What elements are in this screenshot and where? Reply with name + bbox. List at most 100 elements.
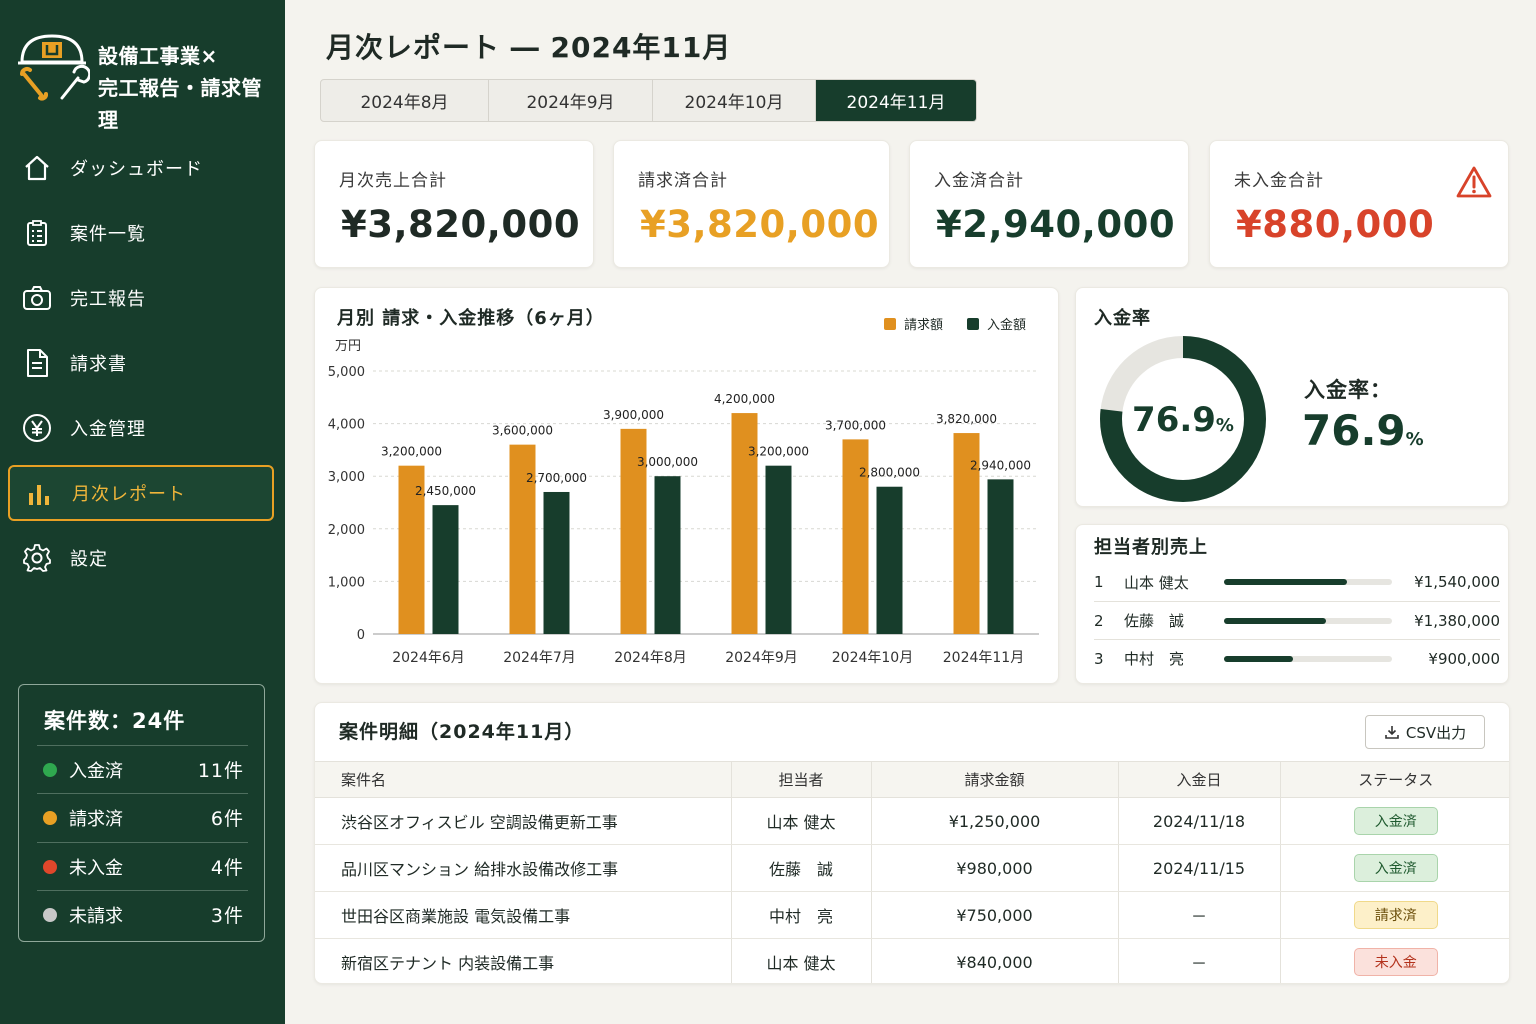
cell-project-name: 新宿区テナント 内装設備工事 [315, 938, 731, 983]
csv-export-button[interactable]: CSV出力 [1365, 715, 1485, 749]
bar-value-label: 3,820,000 [936, 412, 997, 426]
staff-sales-bar [1224, 579, 1392, 585]
cell-amount: ¥750,000 [870, 891, 1118, 939]
donut-value-unit: % [1215, 415, 1234, 436]
bar-chart-icon [24, 478, 54, 508]
sidebar-item-settings[interactable]: 設定 [8, 530, 274, 586]
sidebar-item-label: ダッシュボード [70, 159, 203, 180]
bar-value-label: 3,200,000 [748, 445, 809, 459]
table-row[interactable]: 渋谷区オフィスビル 空調設備更新工事 山本 健太 ¥1,250,000 2024… [315, 797, 1509, 845]
table-title: 案件明細（2024年11月） [339, 721, 585, 743]
sidebar-item-projects[interactable]: 案件一覧 [8, 205, 274, 261]
kpi-value: ¥3,820,000 [341, 203, 581, 246]
sidebar-item-monthly-report[interactable]: 月次レポート [8, 465, 274, 521]
count-value: 4件 [210, 857, 244, 879]
bar-value-label: 2,700,000 [526, 471, 587, 485]
cell-staff: 山本 健太 [730, 938, 871, 983]
csv-export-label: CSV出力 [1405, 723, 1467, 742]
staff-sales-bar [1224, 617, 1392, 624]
donut-value-number: 76.9 [1132, 400, 1216, 440]
tab-2024-09[interactable]: 2024年9月 [489, 80, 653, 121]
month-tabs: 2024年8月 2024年9月 2024年10月 2024年11月 [320, 79, 977, 122]
staff-sales-bar-fill [1224, 617, 1327, 624]
y-tick-label: 2,000 [328, 523, 365, 538]
gear-icon [22, 543, 52, 573]
bar-paid [432, 505, 459, 634]
column-header[interactable]: 入金日 [1117, 761, 1280, 798]
page-title: 月次レポート ― 2024年11月 [326, 31, 732, 64]
sidebar-item-label: 月次レポート [72, 484, 186, 505]
clipboard-icon [22, 218, 52, 248]
sidebar-item-invoice[interactable]: 請求書 [8, 335, 274, 391]
staff-row: 1 山本 健太 ¥1,540,000 [1094, 563, 1500, 601]
column-header[interactable]: 担当者 [730, 761, 871, 798]
cell-staff: 佐藤 誠 [730, 844, 871, 892]
cell-project-name: 世田谷区商業施設 電気設備工事 [315, 891, 731, 939]
cell-status: 請求済 [1279, 891, 1509, 939]
project-count-title: 案件数：24件 [44, 709, 186, 733]
cell-project-name: 品川区マンション 給排水設備改修工事 [315, 844, 731, 892]
cell-payment-date: － [1117, 891, 1280, 939]
bar-paid [654, 476, 681, 634]
cell-payment-date: 2024/11/15 [1117, 844, 1280, 892]
tab-2024-10[interactable]: 2024年10月 [653, 80, 816, 121]
bar-paid [876, 486, 903, 634]
y-axis-unit-label: 万円 [335, 339, 361, 354]
staff-rank: 2 [1094, 611, 1104, 630]
table-row[interactable]: 新宿区テナント 内装設備工事 山本 健太 ¥840,000 － 未入金 [315, 938, 1509, 983]
kpi-label: 入金済合計 [934, 171, 1024, 191]
y-tick-label: 4,000 [328, 418, 365, 433]
x-tick-label: 2024年6月 [392, 650, 465, 666]
cell-amount: ¥840,000 [870, 938, 1118, 983]
staff-row: 3 中村 亮 ¥900,000 [1094, 639, 1500, 677]
cell-payment-date: 2024/11/18 [1117, 797, 1280, 845]
count-value: 3件 [210, 905, 244, 927]
column-header[interactable]: 案件名 [315, 761, 731, 798]
project-table: 案件名 担当者 請求金額 入金日 ステータス 渋谷区オフィスビル 空調設備更新工… [315, 761, 1509, 983]
kpi-value: ¥880,000 [1236, 203, 1435, 246]
sidebar-item-dashboard[interactable]: ダッシュボード [8, 140, 274, 196]
count-value: 11件 [197, 760, 244, 782]
sidebar-item-payment[interactable]: 入金管理 [8, 400, 274, 456]
cell-staff: 中村 亮 [730, 891, 871, 939]
download-icon [1385, 726, 1399, 739]
payment-rate-card: 入金率 76.9% 入金率： 76.9% [1075, 287, 1509, 507]
sidebar-item-label: 入金管理 [70, 419, 146, 440]
staff-sales-bar-fill [1224, 655, 1293, 662]
staff-name: 中村 亮 [1124, 650, 1185, 668]
bar-value-label: 2,940,000 [970, 458, 1031, 472]
bar-value-label: 3,000,000 [637, 455, 698, 469]
table-row[interactable]: 品川区マンション 給排水設備改修工事 佐藤 誠 ¥980,000 2024/11… [315, 844, 1509, 892]
sidebar: 設備工事業× 完工報告・請求管理 ダッシュボード 案件一覧 完工報告 請求書 入… [0, 0, 285, 1024]
donut-center-value: 76.9% [1098, 400, 1268, 440]
tab-2024-11[interactable]: 2024年11月 [816, 80, 976, 121]
status-badge: 入金済 [1353, 807, 1438, 835]
staff-row: 2 佐藤 誠 ¥1,380,000 [1094, 601, 1500, 639]
home-icon [22, 153, 52, 183]
staff-name: 佐藤 誠 [1124, 612, 1185, 630]
warning-icon [1456, 166, 1492, 198]
count-name: 未請求 [69, 905, 123, 927]
staff-sales-title: 担当者別売上 [1094, 537, 1208, 558]
table-row[interactable]: 世田谷区商業施設 電気設備工事 中村 亮 ¥750,000 － 請求済 [315, 891, 1509, 939]
column-header[interactable]: ステータス [1279, 761, 1509, 798]
project-detail-card: 案件明細（2024年11月） CSV出力 案件名 担当者 請求金額 入金日 ステ… [314, 702, 1510, 984]
kpi-label: 請求済合計 [638, 171, 728, 191]
bar-paid [765, 465, 792, 634]
kpi-billed-total: 請求済合計 ¥3,820,000 [613, 140, 890, 268]
staff-sales-bar-fill [1224, 579, 1347, 585]
cell-staff: 山本 健太 [730, 797, 871, 845]
kpi-value: ¥3,820,000 [640, 203, 880, 246]
kpi-label: 月次売上合計 [339, 171, 447, 191]
sidebar-item-completion-report[interactable]: 完工報告 [8, 270, 274, 326]
column-header[interactable]: 請求金額 [870, 761, 1118, 798]
bar-value-label: 3,200,000 [381, 445, 442, 459]
sidebar-item-label: 完工報告 [70, 289, 146, 310]
bar-paid [543, 491, 570, 634]
x-tick-label: 2024年7月 [503, 650, 576, 666]
sidebar-nav: ダッシュボード 案件一覧 完工報告 請求書 入金管理 月次レポート 設定 [8, 140, 274, 595]
tab-2024-08[interactable]: 2024年8月 [321, 80, 489, 121]
document-icon [22, 348, 52, 378]
x-tick-label: 2024年9月 [725, 650, 798, 666]
bar-value-label: 4,200,000 [714, 392, 775, 406]
